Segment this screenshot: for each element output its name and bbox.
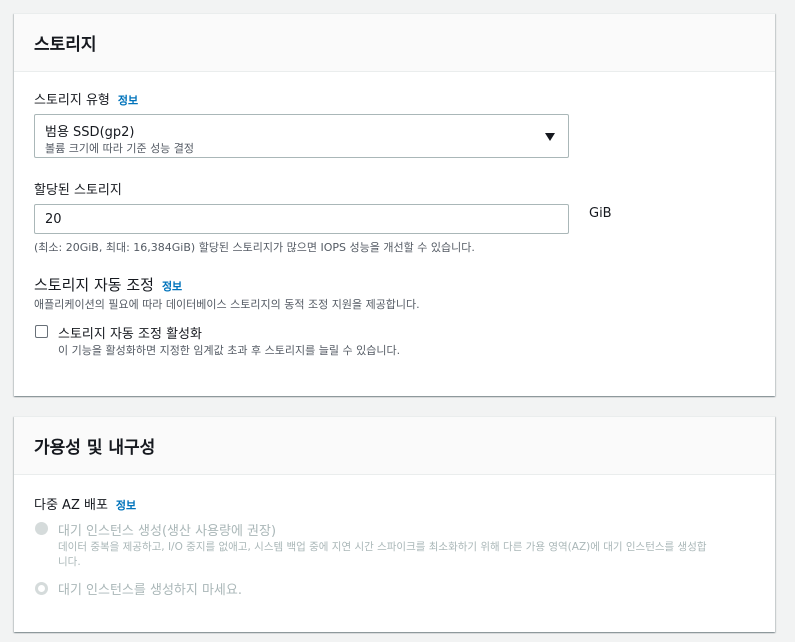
multi-az-option-standby-description-line1: 데이터 중복을 제공하고, I/O 중지를 없애고, 시스템 백업 중에 지연 …: [58, 541, 707, 553]
storage-type-info-link[interactable]: 정보: [118, 92, 138, 108]
multi-az-option-standby-description-line2: 니다.: [58, 556, 81, 568]
autoscaling-title-row: 스토리지 자동 조정 정보: [34, 274, 182, 295]
allocated-storage-input[interactable]: 20: [34, 204, 569, 234]
autoscaling-title: 스토리지 자동 조정: [34, 276, 154, 294]
multi-az-info-link[interactable]: 정보: [116, 497, 136, 513]
multi-az-option-no-standby-radio[interactable]: [35, 582, 48, 595]
storage-type-label-row: 스토리지 유형 정보: [34, 89, 138, 108]
autoscaling-info-link[interactable]: 정보: [162, 278, 182, 294]
allocated-storage-unit: GiB: [589, 206, 612, 221]
multi-az-option-standby-radio[interactable]: [35, 522, 48, 535]
autoscaling-checkbox-description: 이 기능을 활성화하면 지정한 임계값 초과 후 스토리지를 늘릴 수 있습니다…: [58, 344, 401, 357]
availability-panel: 가용성 및 내구성 다중 AZ 배포 정보 대기 인스턴스 생성(생산 사용량에…: [14, 416, 775, 632]
multi-az-option-standby-description: 데이터 중복을 제공하고, I/O 중지를 없애고, 시스템 백업 중에 지연 …: [58, 539, 758, 569]
storage-panel: 스토리지 스토리지 유형 정보 범용 SSD(gp2) 볼륨 크기에 따라 기준…: [14, 13, 775, 396]
allocated-storage-value: 20: [45, 211, 62, 227]
storage-type-label: 스토리지 유형: [34, 93, 110, 108]
storage-panel-title: 스토리지: [34, 35, 97, 55]
storage-type-selected-value: 범용 SSD(gp2): [45, 125, 135, 140]
autoscaling-description: 애플리케이션의 필요에 따라 데이터베이스 스토리지의 동적 조정 지원을 제공…: [34, 298, 420, 311]
autoscaling-checkbox-label[interactable]: 스토리지 자동 조정 활성화: [58, 323, 202, 342]
multi-az-label: 다중 AZ 배포: [34, 498, 108, 513]
multi-az-option-standby-label[interactable]: 대기 인스턴스 생성(생산 사용량에 권장): [58, 520, 276, 539]
allocated-storage-hint: (최소: 20GiB, 최대: 16,384GiB) 할당된 스토리지가 많으면…: [34, 241, 475, 254]
availability-panel-header: 가용성 및 내구성: [14, 417, 775, 475]
storage-type-select[interactable]: 범용 SSD(gp2) 볼륨 크기에 따라 기준 성능 결정: [34, 114, 569, 158]
storage-panel-header: 스토리지: [14, 14, 775, 72]
storage-type-selected-description: 볼륨 크기에 따라 기준 성능 결정: [45, 142, 195, 155]
caret-down-icon: [545, 133, 555, 141]
allocated-storage-label: 할당된 스토리지: [34, 183, 122, 198]
autoscaling-checkbox[interactable]: [35, 325, 48, 338]
multi-az-option-no-standby-label[interactable]: 대기 인스턴스를 생성하지 마세요.: [58, 579, 242, 598]
availability-panel-title: 가용성 및 내구성: [34, 438, 156, 458]
multi-az-label-row: 다중 AZ 배포 정보: [34, 494, 136, 513]
